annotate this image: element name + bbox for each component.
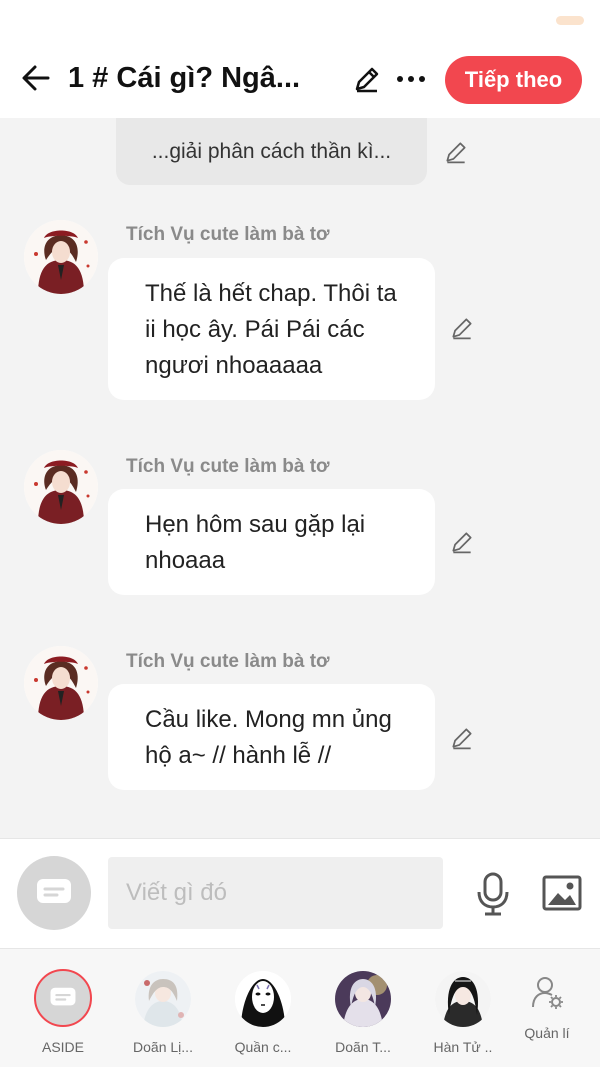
manage-characters-button[interactable]: Quản lí [502, 969, 592, 1059]
character-doan-li[interactable]: Doãn Lị... [118, 969, 208, 1059]
back-button[interactable] [16, 58, 56, 98]
character-portrait-icon [24, 646, 98, 720]
character-quan-c[interactable]: Quần c... [218, 969, 308, 1059]
character-avatar [135, 971, 191, 1027]
pencil-icon [452, 532, 472, 554]
edit-message-button[interactable] [446, 526, 478, 558]
message-mode-button[interactable] [17, 856, 91, 930]
sender-name: Tích Vụ cute làm bà tơ [126, 651, 330, 672]
sender-avatar[interactable] [24, 220, 98, 294]
character-portrait-icon [24, 450, 98, 524]
character-portrait-icon [235, 971, 291, 1027]
message-row: Tích Vụ cute làm bà tơ Hẹn hôm sau gặp l… [0, 448, 600, 608]
character-bar: ASIDE Doãn Lị... Quần c... Doãn T... Hàn… [0, 948, 600, 1067]
narration-bubble[interactable]: ...giải phân cách thần kì... [116, 118, 427, 185]
sender-name: Tích Vụ cute làm bà tơ [126, 224, 330, 245]
character-portrait-icon [435, 971, 491, 1027]
message-bubble[interactable]: Thế là hết chap. Thôi ta ii học ây. Pái … [108, 258, 435, 400]
user-settings-icon [532, 977, 563, 1009]
manage-label: Quản lí [524, 1025, 570, 1041]
character-avatar [435, 971, 491, 1027]
edit-narration-button[interactable] [440, 136, 472, 168]
character-label: Doãn Lị... [133, 1039, 193, 1055]
pencil-icon [446, 142, 466, 164]
sender-name: Tích Vụ cute làm bà tơ [126, 456, 330, 477]
character-han-tu[interactable]: Hàn Tử .. [418, 969, 508, 1059]
arrow-left-icon [22, 65, 50, 91]
image-icon [542, 875, 582, 911]
chat-bubble-icon [50, 987, 76, 1006]
character-portrait-icon [24, 220, 98, 294]
edit-title-button[interactable] [350, 62, 384, 96]
character-portrait-icon [335, 971, 391, 1027]
edit-message-button[interactable] [446, 722, 478, 754]
character-aside[interactable]: ASIDE [18, 969, 108, 1059]
character-avatar [235, 971, 291, 1027]
message-row: Tích Vụ cute làm bà tơ Thế là hết chap. … [0, 218, 600, 418]
next-button[interactable]: Tiếp theo [445, 56, 582, 104]
voice-button[interactable] [472, 871, 514, 917]
character-label: ASIDE [41, 1039, 84, 1055]
composer-bar [0, 838, 600, 948]
image-button[interactable] [541, 873, 583, 913]
sender-avatar[interactable] [24, 646, 98, 720]
status-bar [0, 0, 600, 44]
message-bubble[interactable]: Cầu like. Mong mn ủng hộ a~ // hành lễ /… [108, 684, 435, 790]
sender-avatar[interactable] [24, 450, 98, 524]
pencil-icon [452, 318, 472, 340]
pencil-icon [355, 67, 379, 93]
more-options-button[interactable] [394, 62, 428, 96]
character-doan-t[interactable]: Doãn T... [318, 969, 408, 1059]
character-portrait-icon [135, 971, 191, 1027]
character-label: Doãn T... [335, 1039, 391, 1055]
chat-bubble-icon [37, 879, 71, 903]
message-input[interactable] [108, 857, 443, 929]
page-title: 1 # Cái gì? Ngâ... [68, 62, 301, 94]
message-bubble[interactable]: Hẹn hôm sau gặp lại nhoaaa [108, 489, 435, 595]
header: 1 # Cái gì? Ngâ... Tiếp theo [0, 44, 600, 118]
more-icon [397, 76, 425, 82]
chat-area[interactable]: ...giải phân cách thần kì... Tích Vụ cut… [0, 118, 600, 838]
message-row: Tích Vụ cute làm bà tơ Cầu like. Mong mn… [0, 644, 600, 804]
microphone-icon [477, 872, 509, 916]
status-indicator [556, 16, 584, 25]
character-label: Quần c... [234, 1039, 292, 1055]
character-avatar [335, 971, 391, 1027]
edit-message-button[interactable] [446, 312, 478, 344]
pencil-icon [452, 728, 472, 750]
aside-avatar [34, 969, 92, 1027]
character-label: Hàn Tử .. [433, 1039, 493, 1055]
